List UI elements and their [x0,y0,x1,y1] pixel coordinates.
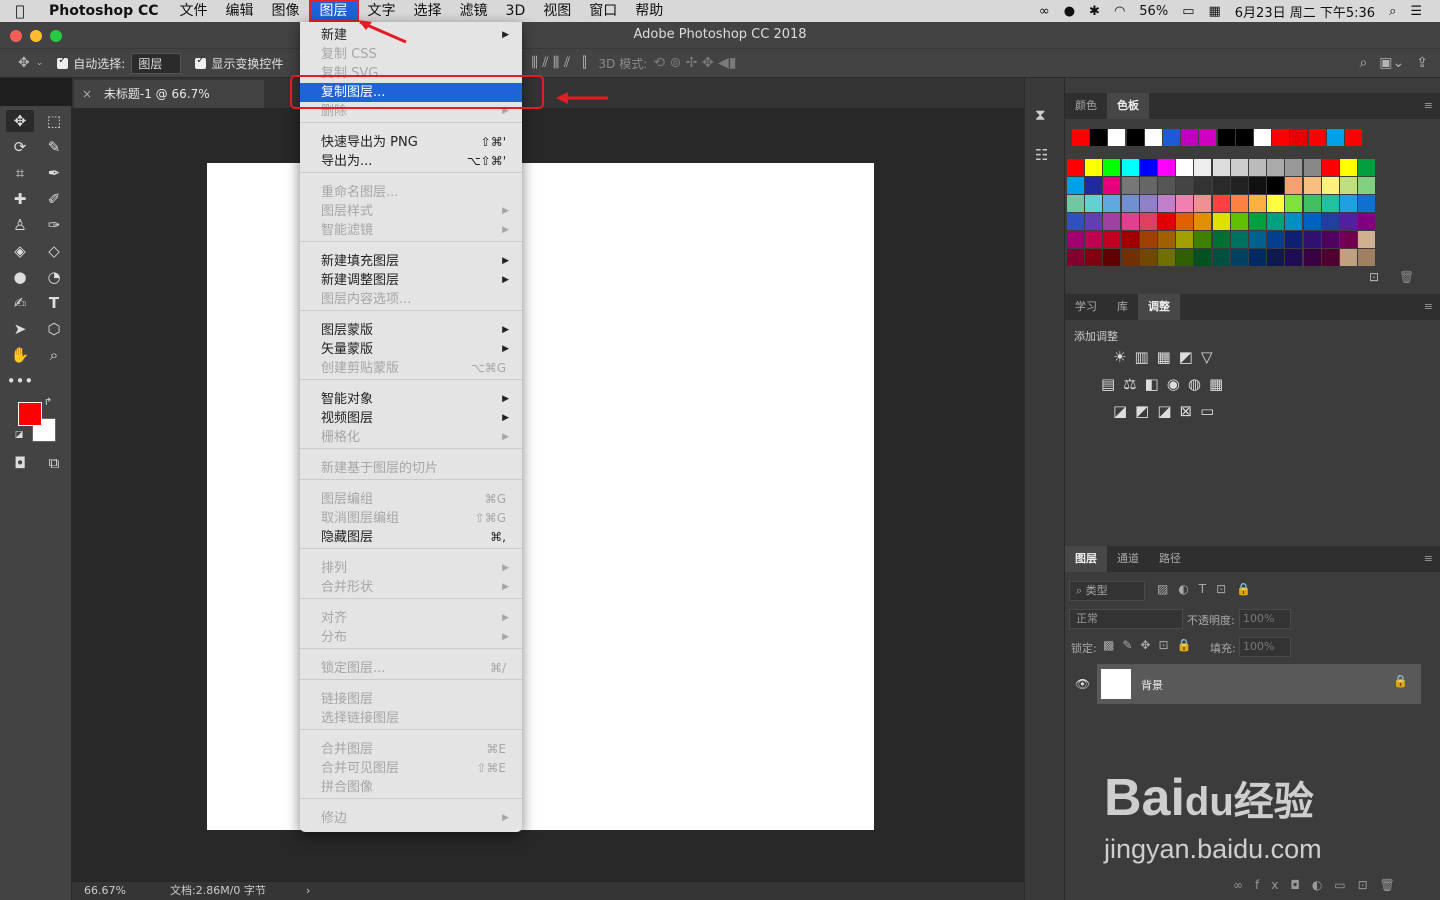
annotation-arrows [358,20,608,104]
